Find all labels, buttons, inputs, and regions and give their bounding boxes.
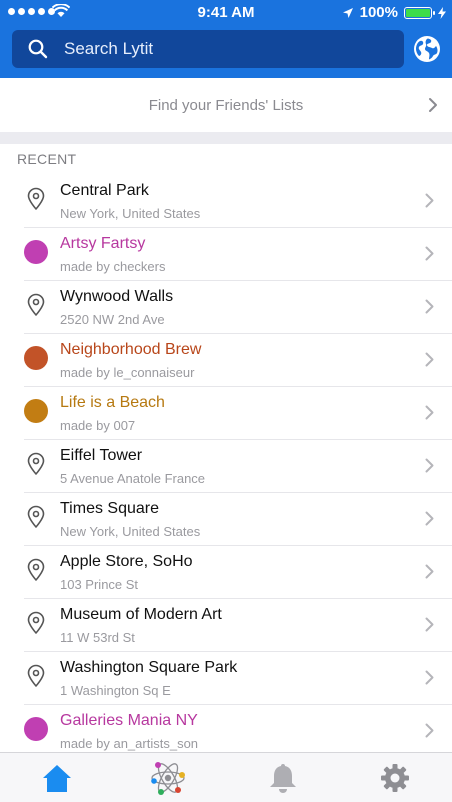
chevron-right-icon [425,299,434,314]
list-item[interactable]: Wynwood Walls 2520 NW 2nd Ave [0,280,452,334]
map-pin-icon [27,187,45,210]
home-icon [43,765,71,792]
list-color-dot [24,240,48,264]
chevron-right-icon [425,352,434,367]
map-pin-icon [27,293,45,316]
status-bar: 9:41 AM 100% [0,0,452,26]
list-item-subtitle: made by le_connaiseur [60,365,195,380]
list-item-subtitle: made by checkers [60,259,166,274]
list-item-title: Museum of Modern Art [60,606,222,623]
list-item-subtitle: New York, United States [60,524,201,539]
app: 9:41 AM 100% Search Lytit Find your Frie… [0,0,452,802]
list-item[interactable]: Museum of Modern Art 11 W 53rd St [0,598,452,652]
chevron-right-icon [425,458,434,473]
list-item-title: Eiffel Tower [60,447,143,464]
list-item[interactable]: Apple Store, SoHo 103 Prince St [0,545,452,599]
list-item[interactable]: Life is a Beach made by 007 [0,386,452,440]
list-item-title: Central Park [60,182,149,199]
map-pin-icon [27,611,45,634]
find-friends-lists-label: Find your Friends' Lists [148,96,304,114]
chevron-right-icon [425,511,434,526]
recent-list: Central Park New York, United States Artsy… [0,174,452,758]
header: 9:41 AM 100% [0,0,452,78]
globe-icon[interactable] [412,34,442,64]
list-item-subtitle: 1 Washington Sq E [60,683,171,698]
charging-bolt-icon [438,6,446,19]
list-item-subtitle: made by an_artists_son [60,736,199,751]
section-title-recent: RECENT [17,151,77,167]
list-item-subtitle: New York, United States [60,206,201,221]
map-pin-icon [27,452,45,475]
chevron-right-icon [425,723,434,738]
list-item-subtitle: 103 Prince St [60,577,139,592]
gear-icon [381,764,409,792]
list-item-subtitle: made by 007 [60,418,136,433]
list-item-title: Neighborhood Brew [60,341,202,358]
chevron-right-icon [425,246,434,261]
battery-icon [404,6,435,19]
list-color-dot [24,346,48,370]
tab-settings[interactable] [375,759,415,797]
search-icon [28,39,48,59]
list-color-dot [24,717,48,741]
list-item-title: Apple Store, SoHo [60,553,193,570]
find-friends-lists-row[interactable]: Find your Friends' Lists [0,78,452,132]
list-item-subtitle: 11 W 53rd St [60,630,135,645]
battery-percent: 100% [359,4,398,21]
chevron-right-icon [425,564,434,579]
search-bar[interactable] [12,30,404,68]
section-gap [0,132,452,144]
list-item-subtitle: 5 Avenue Anatole France [60,471,206,486]
list-item[interactable]: Washington Square Park 1 Washington Sq E [0,651,452,705]
tab-notifications[interactable] [263,759,303,797]
location-arrow-icon [342,7,353,18]
list-item-title: Life is a Beach [60,394,165,411]
list-item-title: Galleries Mania NY [60,712,198,729]
tab-bar [0,752,452,802]
list-item[interactable]: Neighborhood Brew made by le_connaiseur [0,333,452,387]
list-item[interactable]: Central Park New York, United States [0,174,452,228]
bell-icon [270,764,296,793]
list-item-title: Wynwood Walls [60,288,174,305]
tab-home[interactable] [37,759,77,797]
status-right: 100% [342,4,446,21]
list-item[interactable]: Times Square New York, United States [0,492,452,546]
chevron-right-icon [425,193,434,208]
map-pin-icon [27,505,45,528]
list-item-subtitle: 2520 NW 2nd Ave [60,312,165,327]
list-color-dot [24,399,48,423]
map-pin-icon [27,664,45,687]
list-item[interactable]: Artsy Fartsy made by checkers [0,227,452,281]
atom-icon [151,762,185,795]
map-pin-icon [27,558,45,581]
list-item-title: Times Square [60,500,159,517]
chevron-right-icon [429,98,437,112]
list-item-title: Artsy Fartsy [60,235,146,252]
tab-explore[interactable] [148,759,188,797]
list-item[interactable]: Eiffel Tower 5 Avenue Anatole France [0,439,452,493]
chevron-right-icon [425,617,434,632]
search-input[interactable] [62,38,362,60]
chevron-right-icon [425,670,434,685]
list-item-title: Washington Square Park [60,659,238,676]
list-item[interactable]: Galleries Mania NY made by an_artists_son [0,704,452,758]
chevron-right-icon [425,405,434,420]
